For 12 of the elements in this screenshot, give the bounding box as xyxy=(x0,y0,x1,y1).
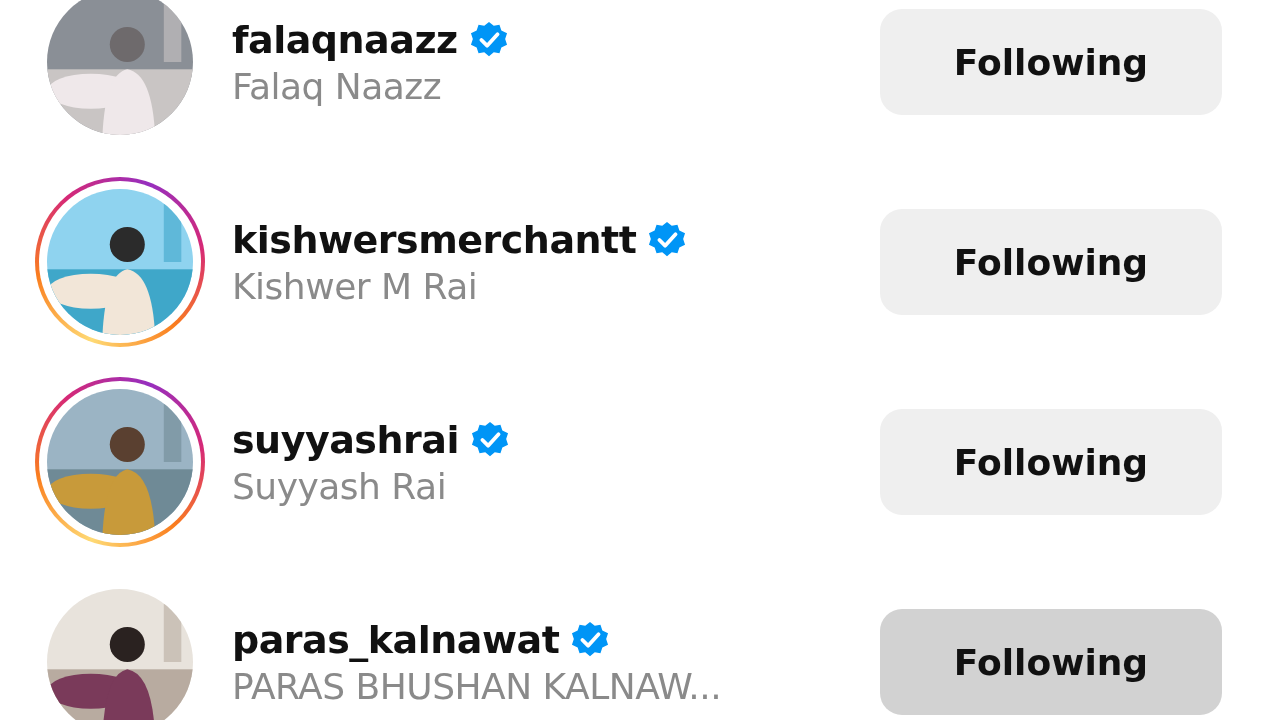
following-button[interactable]: Following xyxy=(880,409,1222,515)
full-name: Falaq Naazz xyxy=(232,65,443,107)
following-button[interactable]: Following xyxy=(880,609,1222,715)
full-name: Suyyash Rai xyxy=(232,465,448,507)
username[interactable]: paras_kalnawat xyxy=(232,617,560,662)
username[interactable]: suyyashrai xyxy=(232,417,459,462)
full-name: Kishwer M Rai xyxy=(232,265,479,307)
username[interactable]: kishwersmerchantt xyxy=(232,217,637,262)
full-name: PARAS BHUSHAN KALNAW... xyxy=(232,665,723,707)
following-button[interactable]: Following xyxy=(880,209,1222,315)
username[interactable]: falaqnaazz xyxy=(232,17,458,62)
following-button[interactable]: Following xyxy=(880,9,1222,115)
